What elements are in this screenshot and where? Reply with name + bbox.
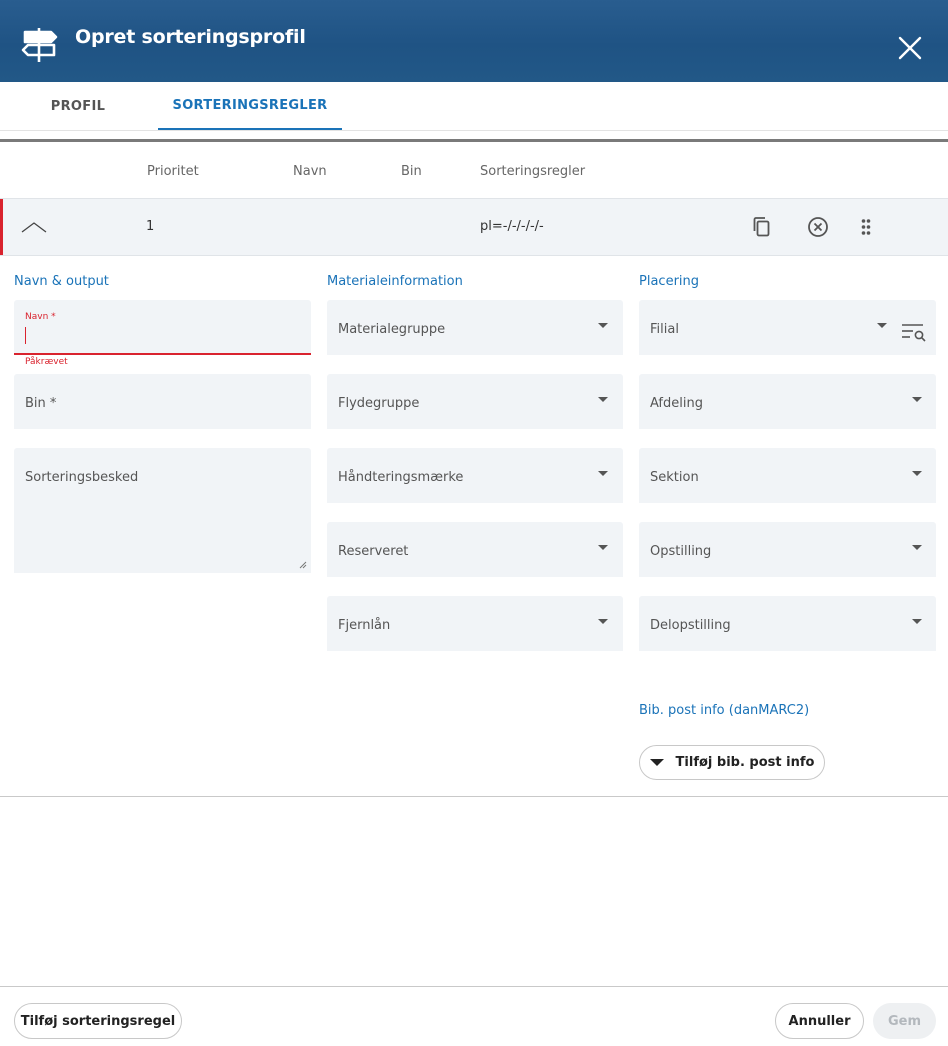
name-input-label: Navn * xyxy=(25,312,56,322)
filter-search-icon[interactable] xyxy=(901,322,927,342)
bin-input[interactable]: Bin * xyxy=(14,374,311,429)
rule-editor-divider xyxy=(0,796,948,797)
column-header-rules: Sorteringsregler xyxy=(480,164,586,179)
table-top-divider xyxy=(0,139,948,142)
select-afdeling[interactable]: Afdeling xyxy=(639,374,936,429)
row-rules: pl=-/-/-/-/- xyxy=(480,219,544,234)
create-sort-profile-dialog: Opret sorteringsprofil PROFIL SORTERINGS… xyxy=(0,0,948,1046)
dropdown-arrow-icon xyxy=(912,397,922,402)
select-flydegruppe[interactable]: Flydegruppe xyxy=(327,374,623,429)
name-input[interactable]: Navn * xyxy=(14,300,311,355)
cancel-button[interactable]: Annuller xyxy=(775,1003,864,1039)
select-sektion[interactable]: Sektion xyxy=(639,448,936,503)
select-reserveret[interactable]: Reserveret xyxy=(327,522,623,577)
select-haandteringsmaerke[interactable]: Håndteringsmærke xyxy=(327,448,623,503)
error-indicator xyxy=(0,199,3,255)
save-button[interactable]: Gem xyxy=(873,1003,936,1039)
select-label: Sektion xyxy=(650,470,699,485)
select-label: Flydegruppe xyxy=(338,396,420,411)
select-opstilling[interactable]: Opstilling xyxy=(639,522,936,577)
select-label: Opstilling xyxy=(650,544,712,559)
section-title-placement: Placering xyxy=(639,274,700,289)
select-label: Håndteringsmærke xyxy=(338,470,464,485)
name-required-error: Påkrævet xyxy=(25,357,68,367)
dialog-header: Opret sorteringsprofil xyxy=(0,0,948,82)
add-bib-post-info-button[interactable]: Tilføj bib. post info xyxy=(639,745,825,780)
select-label: Delopstilling xyxy=(650,618,731,633)
row-priority: 1 xyxy=(146,219,155,234)
caret-down-icon xyxy=(649,759,664,766)
dropdown-arrow-icon xyxy=(877,323,887,328)
drag-handle-icon[interactable] xyxy=(854,215,878,239)
tab-sorteringsregler[interactable]: SORTERINGSREGLER xyxy=(158,82,342,130)
select-label: Materialegruppe xyxy=(338,322,446,337)
bin-input-label: Bin * xyxy=(25,396,57,411)
column-header-bin: Bin xyxy=(401,164,422,179)
section-title-bib-post-info: Bib. post info (danMARC2) xyxy=(639,703,810,718)
chevron-up-icon[interactable] xyxy=(21,219,47,235)
column-header-priority: Prioritet xyxy=(147,164,199,179)
dropdown-arrow-icon xyxy=(912,471,922,476)
select-filial[interactable]: Filial xyxy=(639,300,936,355)
select-materialegruppe[interactable]: Materialegruppe xyxy=(327,300,623,355)
sort-message-textarea[interactable]: Sorteringsbesked xyxy=(14,448,311,573)
copy-icon[interactable] xyxy=(750,215,774,239)
add-bib-post-info-label: Tilføj bib. post info xyxy=(675,755,815,770)
add-sort-rule-button[interactable]: Tilføj sorteringsregel xyxy=(14,1003,182,1039)
select-label: Filial xyxy=(650,322,679,337)
sort-message-label: Sorteringsbesked xyxy=(25,470,139,485)
remove-circle-icon[interactable] xyxy=(806,215,830,239)
signpost-icon xyxy=(21,28,58,62)
tab-bar: PROFIL SORTERINGSREGLER xyxy=(0,82,948,131)
dropdown-arrow-icon xyxy=(912,545,922,550)
column-header-name: Navn xyxy=(293,164,327,179)
table-row[interactable]: 1 pl=-/-/-/-/- xyxy=(0,198,948,256)
dropdown-arrow-icon xyxy=(598,471,608,476)
dropdown-arrow-icon xyxy=(598,397,608,402)
resize-handle-icon[interactable] xyxy=(297,559,307,569)
section-title-material: Materialeinformation xyxy=(327,274,463,289)
select-delopstilling[interactable]: Delopstilling xyxy=(639,596,936,651)
section-title-name-output: Navn & output xyxy=(14,274,109,289)
footer-divider xyxy=(0,986,948,987)
select-fjernlaan[interactable]: Fjernlån xyxy=(327,596,623,651)
dropdown-arrow-icon xyxy=(598,619,608,624)
select-label: Reserveret xyxy=(338,544,409,559)
text-caret xyxy=(25,327,26,344)
dropdown-arrow-icon xyxy=(912,619,922,624)
dropdown-arrow-icon xyxy=(598,545,608,550)
dialog-title: Opret sorteringsprofil xyxy=(75,26,306,48)
select-label: Afdeling xyxy=(650,396,703,411)
close-icon[interactable] xyxy=(896,34,924,62)
dropdown-arrow-icon xyxy=(598,323,608,328)
tab-profil[interactable]: PROFIL xyxy=(30,82,126,130)
select-label: Fjernlån xyxy=(338,618,391,633)
